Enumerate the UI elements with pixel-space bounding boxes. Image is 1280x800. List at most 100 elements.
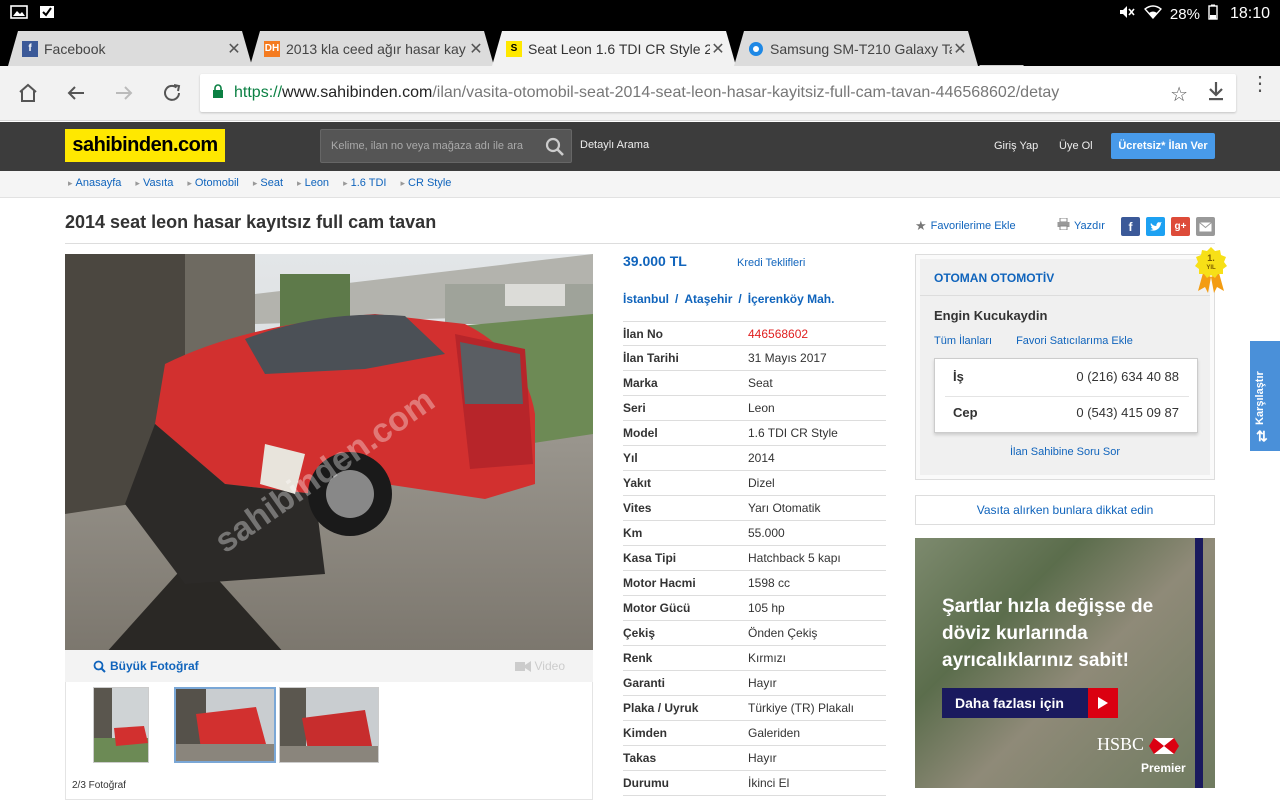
wifi-icon	[1143, 4, 1162, 24]
bookmark-star-icon[interactable]: ☆	[1170, 82, 1188, 107]
spec-value: Yarı Otomatik	[748, 501, 821, 515]
twitter-share-icon[interactable]	[1146, 217, 1165, 236]
big-photo-link[interactable]: Büyük Fotoğraf	[93, 659, 199, 673]
ad-stripe	[1195, 538, 1203, 788]
phone-row-work[interactable]: İş 0 (216) 634 40 88	[953, 369, 1179, 384]
seller-links: Tüm İlanları Favori Satıcılarıma Ekle	[934, 335, 1133, 347]
spec-key: Renk	[623, 651, 653, 665]
video-camera-icon	[514, 660, 531, 672]
add-favorite-link[interactable]: ★ Favorilerime Ekle	[915, 218, 1016, 234]
site-search-input[interactable]: Kelime, ilan no veya mağaza adı ile ara	[320, 129, 572, 163]
membership-badge-icon: 1. YIL	[1194, 247, 1228, 293]
site-header: sahibinden.com Kelime, ilan no veya mağa…	[0, 122, 1280, 171]
back-arrow-icon[interactable]	[62, 79, 90, 107]
hsbc-logo-text: HSBC	[1097, 734, 1145, 754]
thumbnail-1[interactable]	[93, 687, 149, 763]
photo-controls: Büyük Fotoğraf Video	[65, 650, 593, 682]
thumbnail-3[interactable]	[279, 687, 379, 763]
spec-value: Hayır	[748, 676, 777, 690]
check-notification-icon	[38, 4, 56, 20]
forward-arrow-icon[interactable]	[110, 79, 138, 107]
video-label: Video	[534, 659, 565, 673]
search-placeholder: Kelime, ilan no veya mağaza adı ile ara	[331, 140, 523, 152]
spec-value: Türkiye (TR) Plakalı	[748, 701, 855, 715]
ad-cta-button[interactable]: Daha fazlası için	[942, 688, 1118, 718]
post-ad-button[interactable]: Ücretsiz* İlan Ver	[1111, 133, 1215, 159]
breadcrumb-item[interactable]: CR Style	[400, 177, 451, 189]
location: İstanbul / Ataşehir / İçerenköy Mah.	[623, 292, 834, 306]
breadcrumb-item[interactable]: Leon	[297, 177, 329, 189]
spec-value: Hatchback 5 kapı	[748, 551, 841, 565]
ask-seller-link[interactable]: İlan Sahibine Soru Sor	[920, 446, 1210, 458]
close-tab-icon[interactable]: ✕	[468, 39, 484, 59]
badge-number: 1.	[1207, 253, 1215, 263]
print-link[interactable]: Yazdır	[1057, 217, 1105, 233]
spec-key: Km	[623, 526, 643, 540]
spec-key: Motor Hacmi	[623, 576, 696, 590]
email-share-icon[interactable]	[1196, 217, 1215, 236]
spec-value: İkinci El	[748, 776, 790, 790]
location-district[interactable]: Ataşehir	[684, 292, 732, 306]
spec-value: Kırmızı	[748, 651, 786, 665]
breadcrumb-item[interactable]: 1.6 TDI	[343, 177, 387, 189]
location-neighborhood[interactable]: İçerenköy Mah.	[748, 292, 835, 306]
main-photo[interactable]: sahibinden.com	[65, 254, 593, 650]
spec-row: Km 55.000	[623, 521, 886, 546]
spec-key: Durumu	[623, 776, 669, 790]
spec-value: 31 Mayıs 2017	[748, 351, 827, 365]
spec-key: İlan Tarihi	[623, 351, 679, 365]
phone-row-mobile[interactable]: Cep 0 (543) 415 09 87	[953, 405, 1179, 420]
address-bar[interactable]: https://www.sahibinden.com/ilan/vasita-o…	[200, 74, 1236, 112]
buying-tips-link[interactable]: Vasıta alırken bunlara dikkat edin	[915, 495, 1215, 525]
hsbc-hexagon-icon	[1148, 737, 1179, 754]
spec-row: Model 1.6 TDI CR Style	[623, 421, 886, 446]
search-icon[interactable]	[545, 137, 565, 160]
tab-samsung[interactable]: Samsung SM-T210 Galaxy Ta ✕	[734, 31, 978, 66]
close-tab-icon[interactable]: ✕	[226, 39, 242, 59]
facebook-share-icon[interactable]: f	[1121, 217, 1140, 236]
register-link[interactable]: Üye Ol	[1059, 140, 1093, 152]
location-city[interactable]: İstanbul	[623, 292, 669, 306]
spec-row: Çekiş Önden Çekiş	[623, 621, 886, 646]
spec-key: Plaka / Uyruk	[623, 701, 699, 715]
phone-label: İş	[953, 369, 964, 384]
store-name-link[interactable]: OTOMAN OTOMOTİV	[934, 271, 1054, 285]
spec-key: Yıl	[623, 451, 638, 465]
close-tab-icon[interactable]: ✕	[710, 39, 726, 59]
compare-side-tab[interactable]: Karşılaştır ⇅	[1250, 341, 1280, 451]
close-tab-icon[interactable]: ✕	[952, 39, 968, 59]
thumbnail-2[interactable]	[174, 687, 276, 763]
seller-panel-inner: OTOMAN OTOMOTİV Engin Kucukaydin Tüm İla…	[920, 259, 1210, 475]
breadcrumb-item[interactable]: Anasayfa	[68, 177, 122, 189]
tab-kia-ceed[interactable]: DH 2013 kla ceed ağır hasar kay ✕	[250, 31, 494, 66]
spec-value: 55.000	[748, 526, 785, 540]
gallery-notification-icon	[10, 4, 28, 20]
video-link[interactable]: Video	[514, 659, 565, 673]
download-icon[interactable]	[1206, 80, 1226, 107]
spec-value: Seat	[748, 376, 773, 390]
seller-name: Engin Kucukaydin	[934, 308, 1048, 323]
spec-row: Yıl 2014	[623, 446, 886, 471]
spec-value: Önden Çekiş	[748, 626, 818, 640]
tab-title: Facebook	[44, 40, 106, 57]
favorite-seller-link[interactable]: Favori Satıcılarıma Ekle	[1016, 335, 1133, 347]
login-link[interactable]: Giriş Yap	[994, 140, 1038, 152]
tab-facebook[interactable]: f Facebook ✕	[8, 31, 252, 66]
compare-label: Karşılaştır	[1254, 371, 1266, 425]
reload-icon[interactable]	[158, 79, 186, 107]
overflow-menu-icon[interactable]: ⋮	[1250, 74, 1270, 94]
tab-seat-leon[interactable]: S Seat Leon 1.6 TDI CR Style 20 ✕	[492, 31, 736, 66]
detailed-search-link[interactable]: Detaylı Arama	[580, 139, 649, 151]
credit-offers-link[interactable]: Kredi Teklifleri	[737, 257, 805, 269]
all-listings-link[interactable]: Tüm İlanları	[934, 335, 992, 347]
breadcrumb-item[interactable]: Otomobil	[187, 177, 239, 189]
breadcrumb-item[interactable]: Seat	[253, 177, 283, 189]
google-plus-share-icon[interactable]: g+	[1171, 217, 1190, 236]
home-icon[interactable]	[14, 79, 42, 107]
breadcrumb-item[interactable]: Vasıta	[135, 177, 173, 189]
thumbnail-strip: 2/3 Fotoğraf	[65, 682, 593, 800]
advertisement-banner[interactable]: Şartlar hızla değişse de döviz kurlarınd…	[915, 538, 1215, 788]
site-logo[interactable]: sahibinden.com	[65, 129, 225, 162]
price: 39.000 TL	[623, 253, 687, 269]
star-icon: ★	[915, 218, 927, 233]
